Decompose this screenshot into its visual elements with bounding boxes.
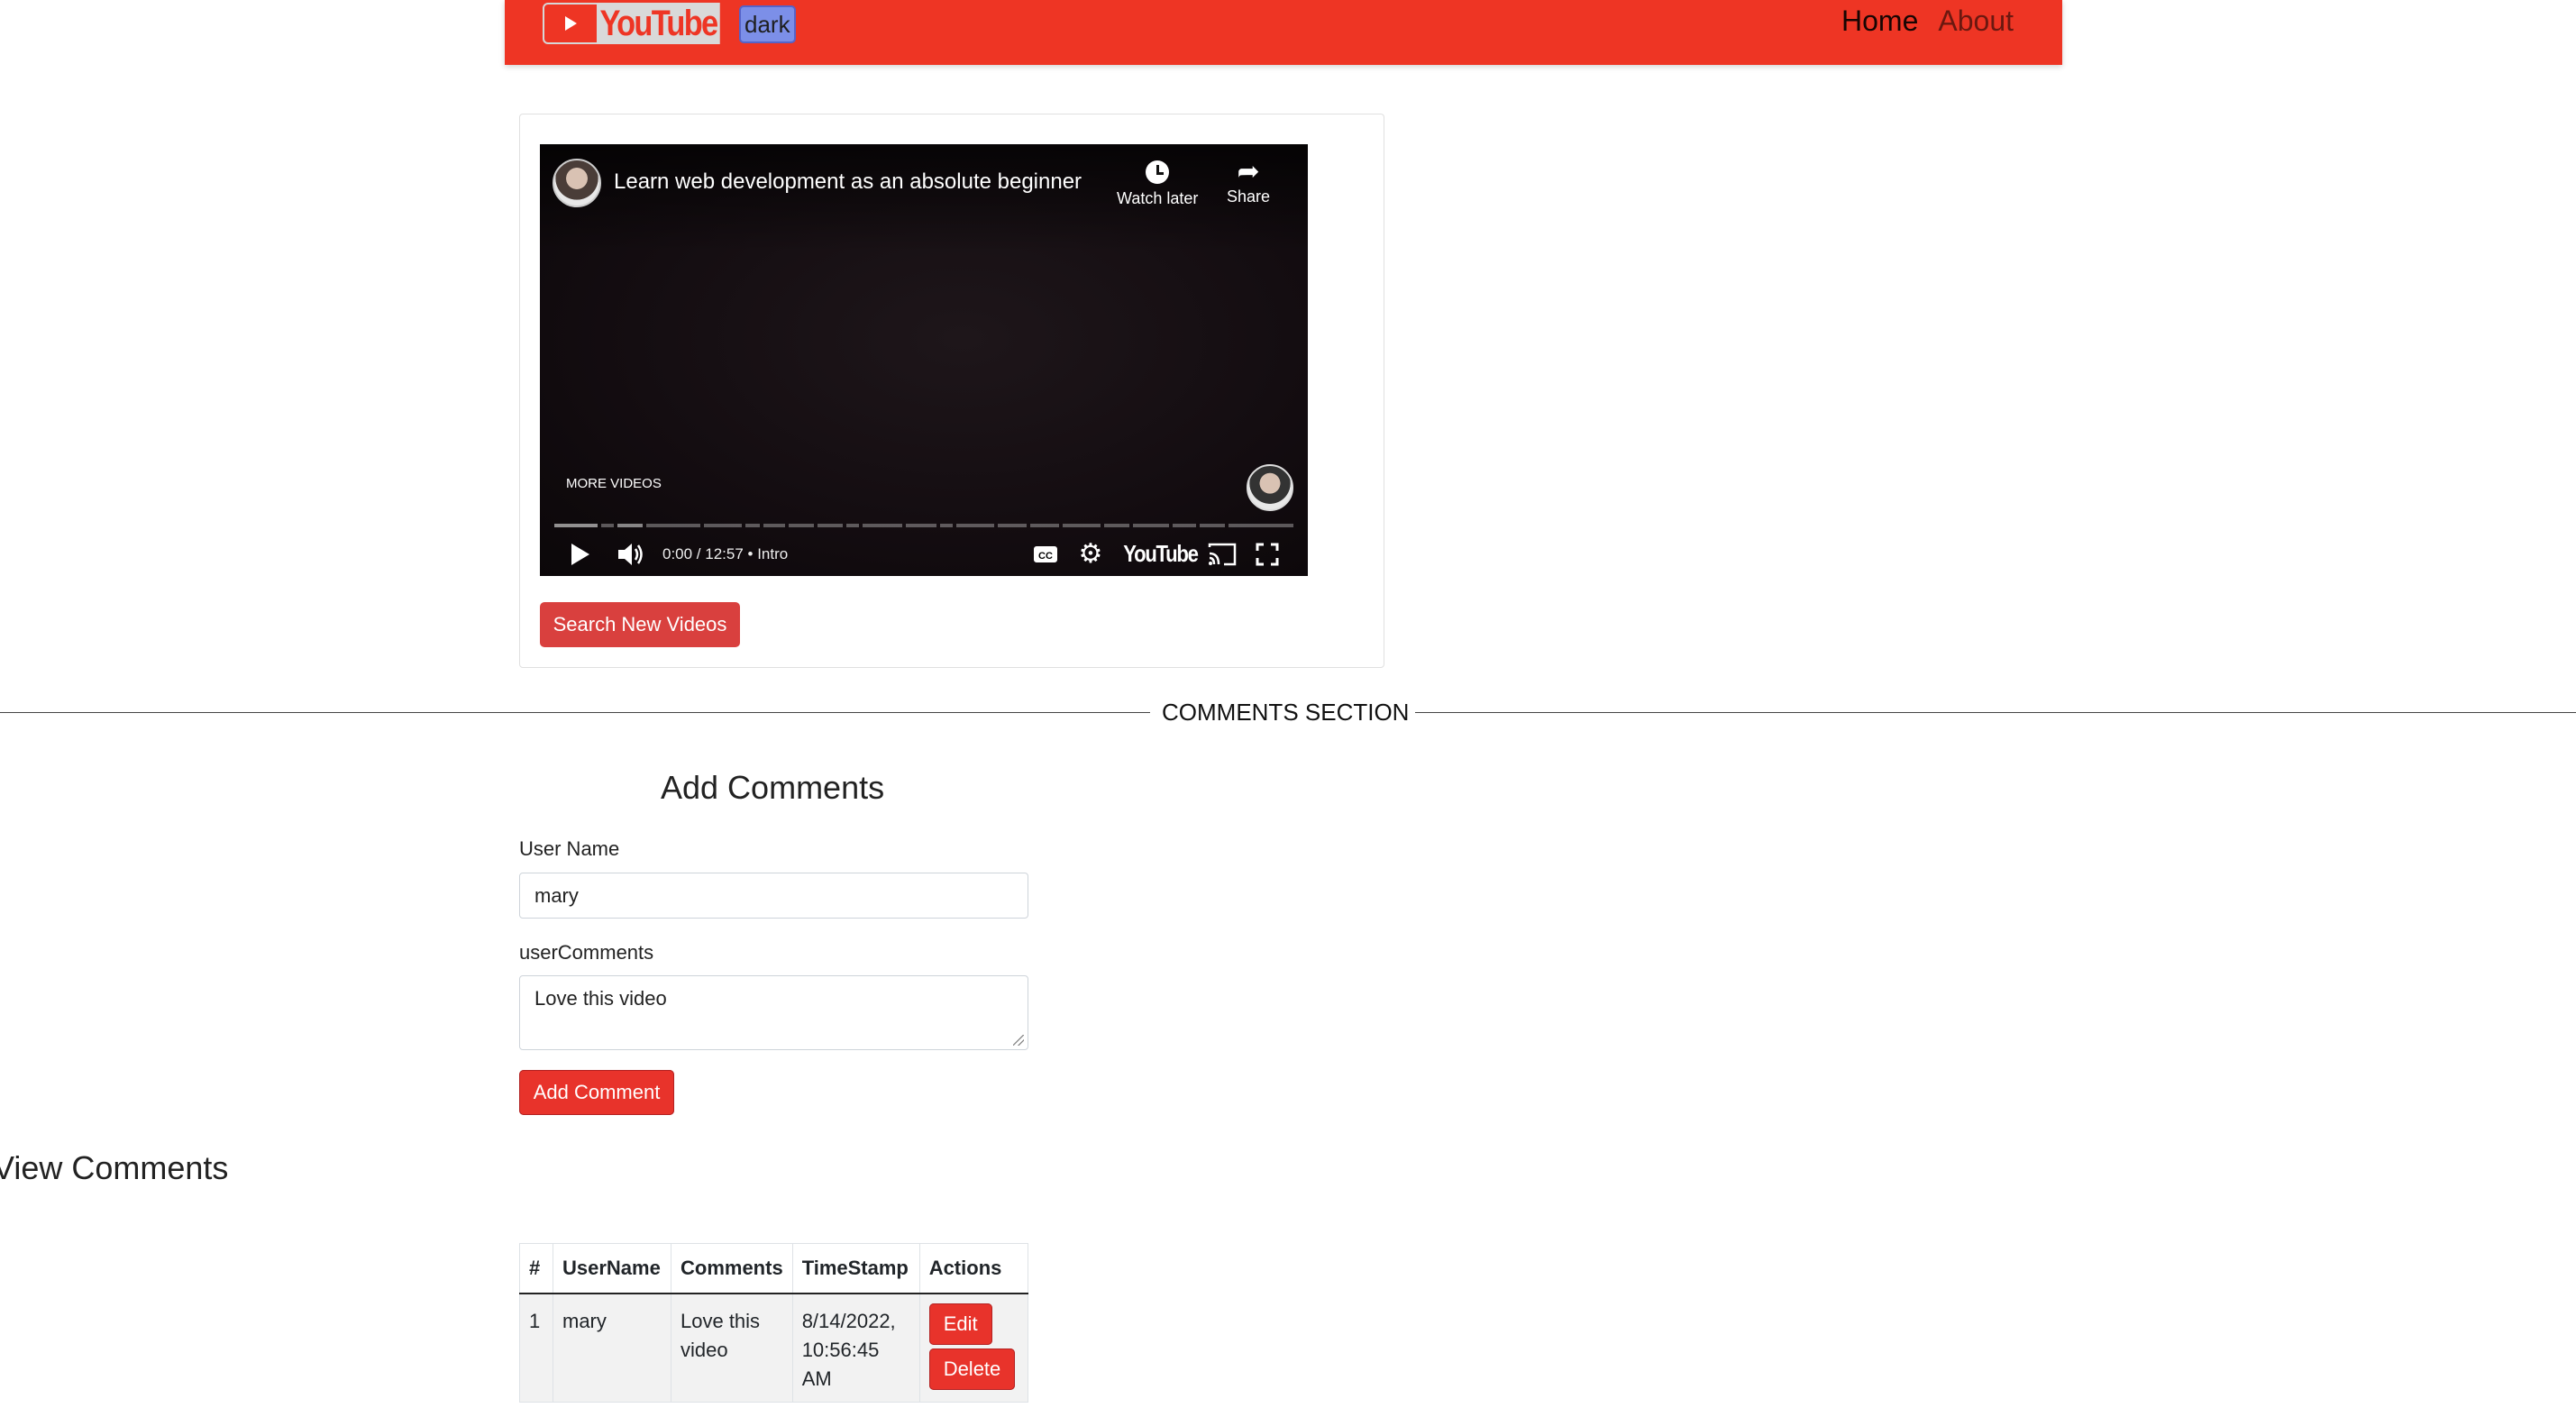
youtube-brand-icon: YouTube xyxy=(1122,540,1199,567)
username-label: User Name xyxy=(519,837,620,860)
table-header-row: # UserName Comments TimeStamp Actions xyxy=(519,1243,1029,1294)
nav-link-about[interactable]: About xyxy=(1938,5,2014,38)
youtube-logo[interactable]: YouTube xyxy=(543,3,740,44)
logo-text: YouTube xyxy=(597,3,720,44)
navbar: YouTube dark Home About xyxy=(505,0,2062,65)
play-icon xyxy=(571,543,589,565)
fullscreen-button[interactable] xyxy=(1254,532,1281,576)
play-logo-icon xyxy=(543,3,598,44)
row-timestamp: 8/14/2022, 10:56:45 AM xyxy=(791,1293,920,1403)
column-header-actions: Actions xyxy=(918,1243,1029,1294)
volume-button[interactable] xyxy=(616,532,646,576)
share-icon: ➦ xyxy=(1237,157,1260,187)
view-comments-title: View Comments xyxy=(0,1149,229,1186)
cast-button[interactable] xyxy=(1207,532,1238,576)
watch-later-label: Watch later xyxy=(1117,189,1199,207)
comments-textarea-value: Love this video xyxy=(534,987,667,1010)
comments-table: # UserName Comments TimeStamp Actions 1 … xyxy=(519,1243,1029,1403)
channel-avatar[interactable] xyxy=(553,159,601,207)
row-username: mary xyxy=(553,1293,671,1403)
row-index: 1 xyxy=(519,1293,553,1403)
add-comments-title: Add Comments xyxy=(661,769,885,806)
row-comment: Love this video xyxy=(671,1293,793,1403)
username-input[interactable] xyxy=(519,873,1028,919)
edit-comment-button[interactable]: Edit xyxy=(928,1303,992,1345)
nav-links: Home About xyxy=(1841,0,2014,41)
add-comment-button[interactable]: Add Comment xyxy=(519,1070,674,1115)
comments-textarea[interactable]: Love this video xyxy=(519,975,1028,1050)
cast-icon xyxy=(1208,543,1237,565)
row-actions: Edit Delete xyxy=(918,1293,1029,1403)
play-button[interactable] xyxy=(567,532,594,576)
youtube-watch-link[interactable]: YouTube xyxy=(1122,532,1199,576)
captions-button[interactable]: CC xyxy=(1032,532,1059,576)
video-title[interactable]: Learn web development as an absolute beg… xyxy=(614,169,1082,195)
watch-later-button[interactable]: Watch later xyxy=(1117,157,1198,208)
settings-button[interactable]: ⚙ xyxy=(1077,532,1104,576)
column-header-username: UserName xyxy=(553,1243,671,1294)
comments-section-heading: COMMENTS SECTION xyxy=(1162,699,1410,726)
column-header-timestamp: TimeStamp xyxy=(791,1243,920,1294)
channel-watermark-avatar[interactable] xyxy=(1247,464,1293,511)
search-new-videos-button[interactable]: Search New Videos xyxy=(540,602,740,647)
dark-mode-toggle[interactable]: dark xyxy=(739,5,796,43)
video-card: Learn web development as an absolute beg… xyxy=(519,114,1384,668)
nav-link-home[interactable]: Home xyxy=(1841,5,1918,38)
player-controls: 0:00 / 12:57 • Intro CC ⚙ YouTube xyxy=(540,532,1308,576)
clock-icon xyxy=(1146,160,1170,184)
column-header-comments: Comments xyxy=(671,1243,793,1294)
resize-handle-icon[interactable] xyxy=(1013,1035,1024,1046)
comments-label: userComments xyxy=(519,941,654,964)
volume-icon xyxy=(618,543,643,565)
time-display: 0:00 / 12:57 • Intro xyxy=(662,544,789,562)
more-videos-button[interactable]: MORE VIDEOS xyxy=(566,476,662,491)
fullscreen-icon xyxy=(1256,543,1279,565)
delete-comment-button[interactable]: Delete xyxy=(928,1348,1016,1390)
column-header-index: # xyxy=(519,1243,553,1294)
divider-line-right xyxy=(1415,712,2576,713)
progress-bar[interactable] xyxy=(554,524,1293,527)
share-button[interactable]: ➦ Share xyxy=(1227,157,1270,206)
gear-icon: ⚙ xyxy=(1078,539,1103,569)
share-label: Share xyxy=(1227,187,1271,206)
cc-icon: CC xyxy=(1034,545,1057,562)
youtube-embed-player[interactable]: Learn web development as an absolute beg… xyxy=(540,144,1308,576)
table-row: 1 mary Love this video 8/14/2022, 10:56:… xyxy=(519,1293,1029,1403)
divider-line-left xyxy=(0,712,1150,713)
